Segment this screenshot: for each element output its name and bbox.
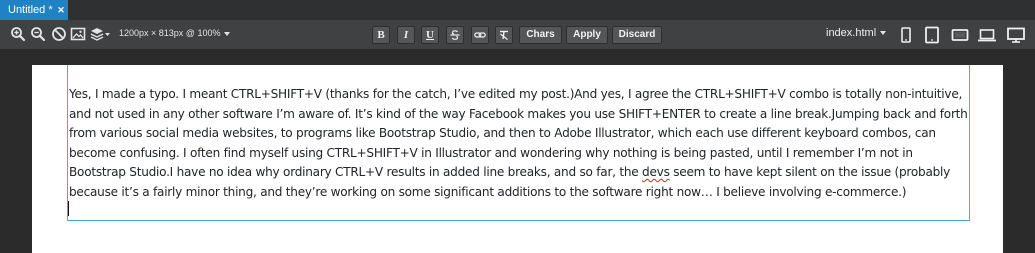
page-preview: Yes, I made a typo. I meant CTRL+SHIFT+V… <box>32 65 1003 253</box>
phone-view-button[interactable] <box>896 25 916 45</box>
chars-label: Chars <box>526 29 555 40</box>
tablet-landscape-icon <box>951 29 969 41</box>
disable-icon[interactable] <box>51 26 67 42</box>
italic-button[interactable]: I <box>397 26 415 44</box>
bold-button[interactable]: B <box>372 26 390 44</box>
tablet-view-button[interactable] <box>922 25 942 45</box>
discard-button[interactable]: Discard <box>612 26 662 44</box>
page-select-dropdown[interactable]: index.html <box>826 27 887 39</box>
desktop-view-button[interactable] <box>1006 25 1026 45</box>
toolbar: 1200px × 813px @ 100% B I U Chars Apply <box>0 20 1035 50</box>
text-cursor <box>68 201 69 216</box>
tab-strip: Untitled * ✕ <box>0 0 1035 20</box>
zoom-in-icon[interactable] <box>10 26 26 42</box>
chars-button[interactable]: Chars <box>519 26 562 44</box>
phone-icon <box>901 27 911 43</box>
laptop-view-button[interactable] <box>977 25 997 45</box>
laptop-icon <box>978 29 996 42</box>
italic-label: I <box>403 29 409 41</box>
layers-icon[interactable] <box>90 26 112 42</box>
link-button[interactable] <box>471 26 489 44</box>
discard-label: Discard <box>618 29 656 40</box>
underline-label: U <box>426 29 434 41</box>
chevron-down-icon <box>880 31 887 36</box>
tablet-landscape-view-button[interactable] <box>950 25 970 45</box>
tab-title: Untitled * <box>8 4 53 16</box>
strikethrough-icon <box>450 30 460 40</box>
underline-button[interactable]: U <box>421 26 439 44</box>
link-icon <box>474 32 486 38</box>
page-select-label: index.html <box>826 27 877 39</box>
strikethrough-button[interactable] <box>446 26 464 44</box>
chevron-down-icon <box>224 31 231 36</box>
misspelled-word[interactable]: devs <box>642 165 670 179</box>
clear-format-button[interactable] <box>495 26 513 44</box>
selected-paragraph[interactable]: Yes, I made a typo. I meant CTRL+SHIFT+V… <box>67 65 970 221</box>
bold-label: B <box>377 29 385 41</box>
apply-button[interactable]: Apply <box>566 26 608 44</box>
image-icon[interactable] <box>70 26 86 42</box>
tab-untitled[interactable]: Untitled * ✕ <box>0 0 68 20</box>
desktop-icon <box>1007 27 1025 43</box>
canvas-size-dropdown[interactable]: 1200px × 813px @ 100% <box>119 28 231 38</box>
zoom-out-icon[interactable] <box>30 26 46 42</box>
paragraph-text[interactable]: Yes, I made a typo. I meant CTRL+SHIFT+V… <box>69 85 970 202</box>
clear-format-icon <box>500 30 508 40</box>
tablet-icon <box>925 26 939 44</box>
canvas-size-label: 1200px × 813px @ 100% <box>119 28 221 38</box>
apply-label: Apply <box>573 29 601 40</box>
design-canvas: Yes, I made a typo. I meant CTRL+SHIFT+V… <box>0 50 1035 253</box>
close-icon[interactable]: ✕ <box>56 0 66 20</box>
